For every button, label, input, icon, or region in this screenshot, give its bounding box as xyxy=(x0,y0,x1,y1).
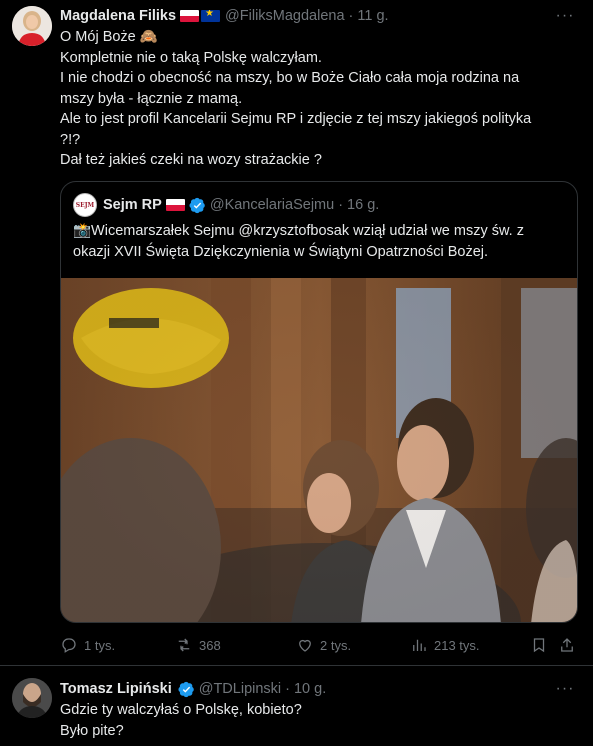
views-count: 213 tys. xyxy=(434,637,480,653)
bookmark-button[interactable] xyxy=(530,634,553,656)
reply-tweet-time[interactable]: 10 g. xyxy=(294,681,326,697)
author-name[interactable]: Magdalena Filiks xyxy=(60,8,176,24)
quoted-tweet-time[interactable]: 16 g. xyxy=(347,197,379,213)
views-button[interactable]: 213 tys. xyxy=(410,634,480,656)
author-handle[interactable]: @FiliksMagdalena xyxy=(225,8,345,24)
tweet-line: O Mój Boże 🙈 xyxy=(60,29,158,45)
quoted-tweet-header: Sejm RP @KancelariaSejmu · 16 g. xyxy=(103,195,379,215)
tweet-line: Kompletnie nie o taką Polskę walczyłam. xyxy=(60,49,322,66)
quoted-author-avatar[interactable]: SEJM xyxy=(73,193,97,217)
like-button[interactable]: 2 tys. xyxy=(296,634,351,656)
reply-tweet-header: Tomasz Lipiński @TDLipinski · 10 g. xyxy=(60,679,326,699)
reply-icon xyxy=(62,638,76,653)
quoted-tweet-line: 📸Wicemarszałek Sejmu @krzysztofbosak wzi… xyxy=(73,223,524,239)
verified-icon xyxy=(189,197,206,214)
tweet-line: Ale to jest profil Kancelarii Sejmu RP i… xyxy=(60,111,532,127)
repost-count: 368 xyxy=(199,637,221,653)
like-count: 2 tys. xyxy=(320,637,352,653)
reply-tweet-text: Gdzie ty walczyłaś o Polskę, kobieto? By… xyxy=(60,700,575,741)
bookmark-icon xyxy=(533,638,545,653)
quoted-tweet-photo[interactable] xyxy=(61,278,577,622)
author-avatar[interactable] xyxy=(12,6,52,46)
reply-button[interactable]: 1 tys. xyxy=(60,634,115,656)
quoted-author-name[interactable]: Sejm RP xyxy=(103,197,162,213)
main-tweet[interactable]: Magdalena Filiks @FiliksMagdalena · 11 g… xyxy=(0,0,593,666)
flag-eu-icon xyxy=(201,10,221,22)
flag-pl-icon xyxy=(180,10,200,22)
tweet-text: O Mój Boże 🙈 Kompletnie nie o taką Polsk… xyxy=(60,27,575,171)
reply-author-avatar[interactable] xyxy=(12,678,52,718)
flag-pl-icon xyxy=(165,199,185,211)
repost-button[interactable]: 368 xyxy=(175,634,221,656)
reply-count: 1 tys. xyxy=(84,637,116,653)
separator-dot: · xyxy=(285,681,290,697)
views-icon xyxy=(413,639,426,651)
reply-author-name[interactable]: Tomasz Lipiński xyxy=(60,681,172,697)
reply-tweet-line: Było pite? xyxy=(60,722,124,739)
tweet-time[interactable]: 11 g. xyxy=(357,8,388,24)
tweet-actions: 1 tys. 368 2 tys. 213 tys. xyxy=(60,634,580,656)
share-button[interactable] xyxy=(558,634,581,656)
tweet-line: mszy była - łącznie z mamą. xyxy=(60,90,243,107)
separator-dot: · xyxy=(338,197,344,213)
quoted-tweet-line: okazji XVII Święta Dziękczynienia w Świą… xyxy=(73,243,489,260)
repost-icon xyxy=(178,638,190,652)
quoted-author-handle[interactable]: @KancelariaSejmu xyxy=(210,197,334,213)
verified-icon xyxy=(178,681,195,698)
share-icon xyxy=(561,638,573,652)
tweet-header: Magdalena Filiks @FiliksMagdalena · 11 g… xyxy=(60,6,389,26)
reply-tweet-line: Gdzie ty walczyłaś o Polskę, kobieto? xyxy=(60,702,302,718)
quoted-tweet[interactable]: SEJM Sejm RP @KancelariaSejmu · 16 g. 📸W… xyxy=(60,181,578,623)
tweet-line: I nie chodzi o obecność na mszy, bo w Bo… xyxy=(60,70,520,86)
tweet-line: ?!? xyxy=(60,131,81,148)
tweet-line: Dał też jakieś czeki na wozy strażackie … xyxy=(60,152,322,168)
like-icon xyxy=(299,639,311,652)
separator-dot: · xyxy=(348,8,354,24)
quoted-tweet-text: 📸Wicemarszałek Sejmu @krzysztofbosak wzi… xyxy=(73,221,568,262)
reply-author-handle[interactable]: @TDLipinski xyxy=(199,681,281,697)
